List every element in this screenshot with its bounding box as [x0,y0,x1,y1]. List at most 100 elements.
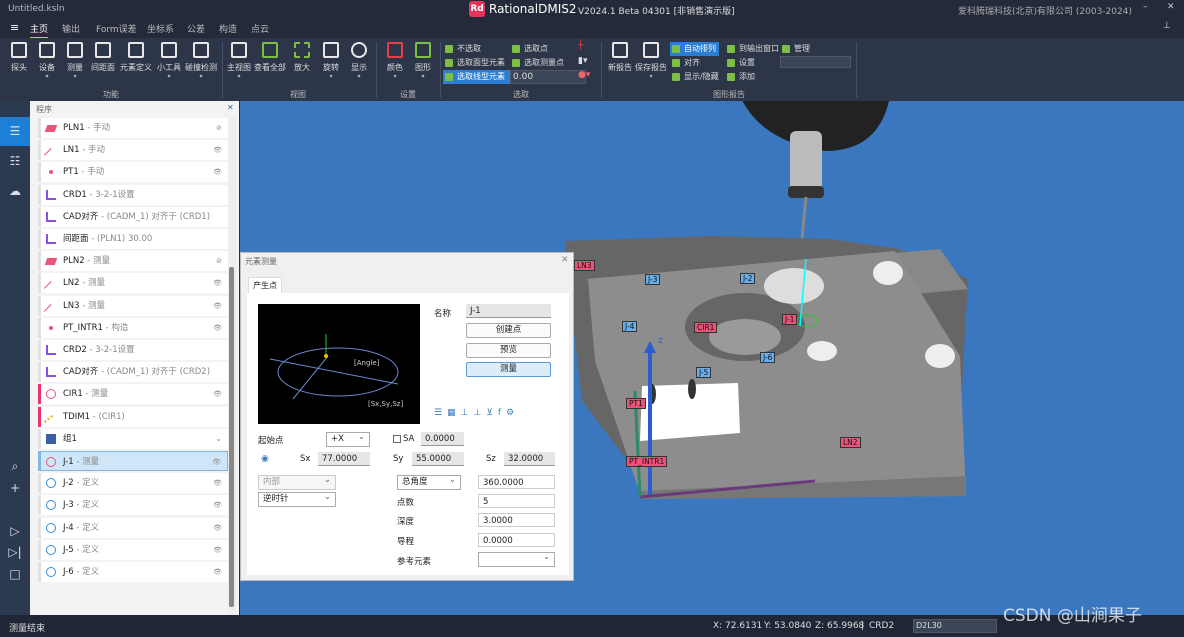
eye-icon[interactable]: 👁 [213,162,222,182]
tab-output[interactable]: 输出 [62,22,80,35]
eye-hidden-icon[interactable]: ⊘ [216,118,222,138]
eye-icon[interactable]: 👁 [213,518,222,538]
start-point-select[interactable]: +X [326,431,370,447]
sz-field[interactable]: 32.0000 [504,452,555,466]
tab-tolerance[interactable]: 公差 [187,22,205,35]
reference-select[interactable] [478,551,555,567]
program-item[interactable]: CAD对齐 - (CADM_1) 对齐于 (CRD1) [38,206,228,227]
graphics-button[interactable]: 图形 ▾ [408,42,438,80]
to-output-window-button[interactable]: 到输出窗口 [725,42,779,56]
label-ln2[interactable]: LN2 [840,437,861,448]
label-j3[interactable]: J-3 [645,274,661,285]
preview-button[interactable]: 预览 [466,343,551,358]
pin-icon[interactable]: ⊥ [1163,21,1171,31]
settings-icon[interactable]: ⚙ [506,408,519,418]
book-icon[interactable]: ▮▾ [578,56,587,66]
label-pt1[interactable]: PT1 [626,398,646,409]
minimize-button[interactable]: – [1143,2,1148,12]
program-item[interactable]: J-5 - 定义 👁 [38,539,228,560]
program-item[interactable]: LN2 - 测量 👁 [38,273,228,294]
program-item[interactable]: 组1 ⌄ [38,428,228,449]
eye-icon[interactable]: 👁 [213,296,222,316]
probe-button[interactable]: 探头 [4,42,34,73]
sa-field[interactable]: 0.0000 [421,432,464,446]
sa-checkbox[interactable] [393,435,401,443]
label-ln3[interactable]: LN3 [574,260,595,271]
function-icon[interactable]: f [498,408,506,418]
color-balls-icon[interactable]: ●▾ [578,70,590,80]
program-item[interactable]: 间距面 - (PLN1) 30.00 [38,229,228,249]
eye-icon[interactable]: 👁 [213,562,222,582]
display-button[interactable]: 显示 ▾ [344,42,374,80]
crosshair-icon[interactable]: ┼ [578,41,583,51]
eye-hidden-icon[interactable]: ⊘ [216,251,222,271]
create-points-button[interactable]: 创建点 [466,323,551,338]
program-item[interactable]: TDIM1 - (CIR1) [38,406,228,427]
tolerance-input[interactable]: 0.00 [510,70,586,84]
depth-field[interactable]: 3.0000 [478,513,555,527]
add-icon[interactable]: + [7,480,23,496]
probe-point-icon[interactable]: ⊥ [473,408,486,418]
tab-coordinate[interactable]: 坐标系 [147,22,174,35]
eye-icon[interactable]: 👁 [213,495,222,515]
tree-icon[interactable]: ☷ [7,153,23,169]
select-point-button[interactable]: 选取点 [510,42,548,56]
collision-detect-button[interactable]: 碰撞检测 ▾ [184,42,218,80]
point-list-icon[interactable]: ☰ [434,408,447,418]
probe-select[interactable]: D2L30 [913,619,997,633]
label-j5[interactable]: J-5 [696,367,712,378]
tab-construct[interactable]: 构造 [219,22,237,35]
sx-field[interactable]: 77.0000 [318,452,370,466]
manage-button[interactable]: 管理 [780,42,810,56]
home-view-button[interactable]: 主视图 ▾ [224,42,254,80]
program-item[interactable]: PT_INTR1 - 构造 👁 [38,317,228,338]
panel-close-button[interactable]: ✕ [227,103,234,112]
probe-up-icon[interactable]: ⊥ [461,408,474,418]
eye-icon[interactable]: 👁 [212,452,221,470]
inside-select[interactable]: 内部 [258,474,336,490]
sy-field[interactable]: 55.0000 [412,452,464,466]
zoom-button[interactable]: 放大 [287,42,317,73]
select-measured-point-button[interactable]: 选取测量点 [510,56,564,70]
measure-button[interactable]: 测量 ▾ [60,42,90,80]
close-button[interactable]: ✕ [1167,2,1175,12]
label-j2[interactable]: J-2 [740,273,756,284]
cloud-icon[interactable]: ☁ [7,183,23,199]
tab-form-error[interactable]: Form误差 [96,22,137,35]
label-cir1[interactable]: CIR1 [694,322,718,333]
step-icon[interactable]: ▷| [7,544,23,560]
label-pt-intr1[interactable]: PT_INTR1 [626,456,668,467]
angle-field[interactable]: 360.0000 [478,475,555,489]
chevron-down-icon[interactable]: ⌄ [215,429,222,449]
color-button[interactable]: 颜色 ▾ [380,42,410,80]
probe-x-icon[interactable]: ⊻ [486,408,498,418]
scrollbar[interactable] [228,117,236,615]
eye-icon[interactable]: 👁 [213,318,222,338]
stop-icon[interactable]: □ [7,566,23,582]
measure-button[interactable]: 测量 [466,362,551,377]
select-surface-button[interactable]: 选取面型元素 [443,56,505,70]
program-item[interactable]: PLN1 - 手动 ⊘ [38,118,228,138]
label-j1[interactable]: J-1 [782,314,798,325]
eye-icon[interactable]: 👁 [213,140,222,160]
table-icon[interactable]: ▦ [447,408,461,418]
select-line-button[interactable]: 选取线型元素 [443,70,510,84]
program-item[interactable]: PT1 - 手动 👁 [38,162,228,183]
feature-define-button[interactable]: 元素定义 [119,42,153,73]
angle-mode-select[interactable]: 总角度 [397,474,461,490]
report-select[interactable] [780,56,851,68]
direction-select[interactable]: 逆时针 [258,491,336,507]
run-icon[interactable]: ▷ [7,523,23,539]
label-j4[interactable]: J-4 [622,321,638,332]
program-item[interactable]: J-1 - 测量 👁 [38,451,228,471]
save-report-button[interactable]: 保存报告 ▾ [634,42,668,80]
no-select-button[interactable]: 不选取 [443,42,481,56]
program-item[interactable]: LN1 - 手动 👁 [38,140,228,161]
program-item[interactable]: CRD2 - 3-2-1设置 [38,340,228,360]
add-button[interactable]: 添加 [725,70,755,84]
program-item[interactable]: CIR1 - 测量 👁 [38,384,228,405]
show-hide-button[interactable]: 显示/隐藏 [670,70,719,84]
eye-icon[interactable]: 👁 [213,473,222,493]
label-j6[interactable]: J-6 [760,352,776,363]
program-item[interactable]: J-6 - 定义 👁 [38,562,228,582]
